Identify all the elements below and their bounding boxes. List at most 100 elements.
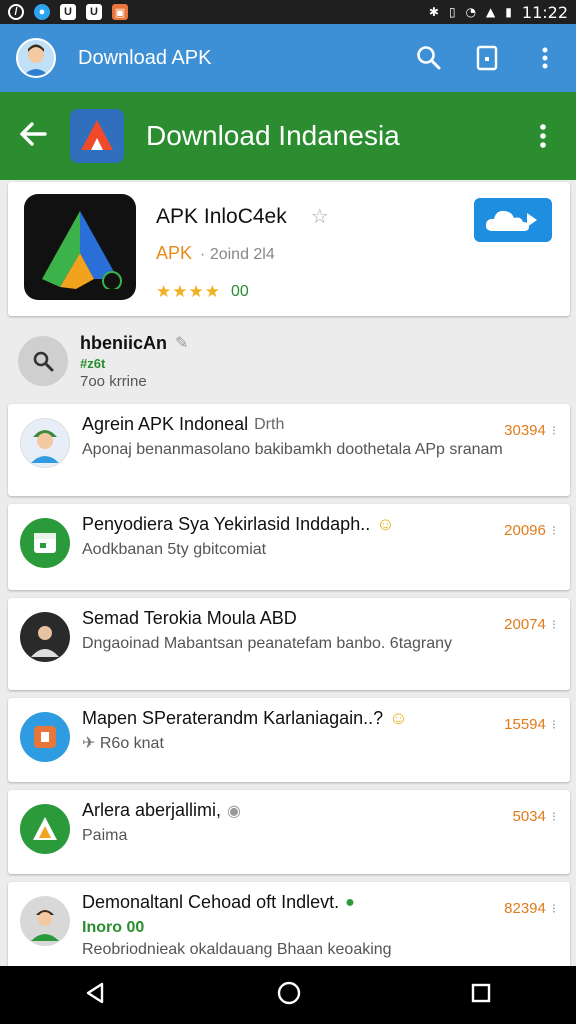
person-icon	[31, 430, 59, 463]
app-icon	[34, 726, 56, 748]
person-icon	[23, 44, 49, 76]
page-title: Download Indanesia	[146, 120, 400, 151]
status-icon: ◉	[227, 802, 242, 820]
page-header: Download Indanesia	[0, 92, 576, 180]
search-tag: #z6t	[80, 355, 106, 371]
more-icon[interactable]: ⁝	[552, 901, 556, 917]
item-count: 82394	[504, 900, 546, 917]
wifi-icon: ◔	[465, 5, 477, 19]
list-item[interactable]: Semad Terokia Moula ABD Dngaoinad Mabant…	[8, 598, 570, 690]
avatar	[20, 712, 70, 762]
battery-icon: ▮	[505, 5, 512, 19]
item-count: 15594	[504, 716, 546, 733]
system-nav-bar	[0, 966, 576, 1024]
rating-stars-icon: ★★★★	[156, 282, 221, 301]
device-icon	[476, 45, 498, 71]
app-brand: APK	[156, 243, 193, 263]
more-icon[interactable]: ⁝	[552, 717, 556, 733]
item-count: 20096	[504, 522, 546, 539]
list-item[interactable]: Mapen SPeraterandm Karlaniagain..? ☺ ✈ R6…	[8, 698, 570, 782]
plane-icon: ✈	[82, 735, 96, 752]
search-button[interactable]	[414, 43, 444, 73]
avatar	[20, 612, 70, 662]
vibrate-icon: ▯	[448, 5, 456, 19]
download-button[interactable]	[474, 198, 552, 242]
image-notif-icon: ▣	[112, 4, 128, 20]
app-logo-icon	[33, 817, 57, 840]
item-subtitle: Aodkbanan 5ty gbitcomiat	[82, 541, 267, 558]
signal-icon: ▲	[486, 5, 496, 19]
more-icon[interactable]: ⁝	[552, 617, 556, 633]
back-nav-button[interactable]	[84, 981, 108, 1010]
triangle-back-icon	[86, 982, 104, 1003]
circle-home-icon	[277, 981, 301, 1004]
list-item[interactable]: Demonaltanl Cehoad oft Indlevt. ● Inoro 0…	[8, 882, 570, 966]
settings-notif-icon: ●	[34, 4, 50, 20]
back-button[interactable]	[18, 120, 48, 152]
avatar	[20, 804, 70, 854]
tag-icon: ✎	[175, 335, 189, 352]
search-icon[interactable]	[18, 336, 68, 386]
more-vert-icon	[542, 47, 548, 69]
more-icon[interactable]: ⁝	[552, 809, 556, 825]
app-date: 2oind 2l4	[209, 246, 275, 263]
rating-count: 00	[230, 283, 249, 300]
app-logo-icon	[70, 109, 124, 163]
item-subtitle: R6o knat	[99, 735, 164, 752]
status-time: 11:22	[521, 2, 568, 22]
item-count: 20074	[504, 616, 546, 633]
item-title-extra: Drth	[254, 415, 285, 433]
item-subtitle: Dngaoinad Mabantsan peanatefam banbo. 6t…	[82, 635, 453, 652]
home-nav-button[interactable]	[276, 980, 302, 1011]
app-notif-icon: U	[86, 4, 102, 20]
clock-icon: /	[8, 4, 24, 20]
app-detail-card[interactable]: APK InloC4ek ☆ APK · 2oind 2l4 ★★★★ 00	[8, 182, 570, 316]
smile-icon: ☺	[376, 514, 395, 534]
item-title: Mapen SPeraterandm Karlaniagain..?	[82, 708, 384, 728]
avatar	[20, 518, 70, 568]
overflow-menu-button[interactable]	[530, 43, 560, 73]
item-subtitle: Aponaj benanmasolano bakibamkh doothetal…	[82, 441, 503, 458]
item-title: Demonaltanl Cehoad oft Indlevt.	[82, 892, 340, 912]
person-icon	[31, 626, 59, 657]
app-name: APK InloC4ek	[156, 204, 287, 228]
shield-notif-icon: U	[60, 4, 76, 20]
arrow-back-icon	[20, 122, 47, 146]
item-tag: Inoro 00	[82, 919, 145, 936]
app-icon	[24, 194, 136, 300]
item-title: Agrein APK Indoneal	[82, 414, 249, 434]
more-vert-icon	[540, 124, 546, 148]
chat-icon: ●	[345, 893, 355, 911]
top-app-bar: Download APK	[0, 24, 576, 92]
more-icon[interactable]: ⁝	[552, 423, 556, 439]
item-title: Semad Terokia Moula ABD	[82, 608, 297, 628]
list-item[interactable]: Penyodiera Sya Yekirlasid Inddaph.. ☺ Aod…	[8, 504, 570, 590]
search-section[interactable]: hbeniicAn ✎ #z6t 7oo krrine	[0, 320, 576, 402]
item-subtitle: Paima	[82, 827, 128, 844]
status-bar: / ● U U ▣ ✱ ▯ ◔ ▲ ▮ 11:22	[0, 0, 576, 24]
header-menu-button[interactable]	[528, 121, 558, 151]
cloud-download-icon	[485, 210, 537, 231]
list-item[interactable]: Agrein APK Indoneal Drth Aponaj benanmaso…	[8, 404, 570, 496]
list-item[interactable]: Arlera aberjallimi, ◉ Paima 5034 ⁝	[8, 790, 570, 874]
item-title: Penyodiera Sya Yekirlasid Inddaph..	[82, 514, 371, 534]
item-subtitle: Reobriodnieak okaldauang Bhaan keoaking	[82, 941, 392, 958]
item-count: 30394	[504, 422, 546, 439]
calendar-icon	[34, 533, 56, 553]
search-subtitle: 7oo krrine	[80, 372, 147, 390]
bluetooth-icon: ✱	[428, 5, 439, 19]
avatar	[20, 896, 70, 946]
recents-nav-button[interactable]	[470, 982, 492, 1009]
item-title: Arlera aberjallimi,	[82, 800, 222, 820]
item-count: 5034	[512, 808, 546, 825]
person-icon	[31, 910, 59, 941]
bookmark-button[interactable]	[472, 43, 502, 73]
smile-icon: ☺	[389, 708, 408, 728]
star-outline-icon[interactable]: ☆	[311, 204, 329, 229]
top-bar-title: Download APK	[78, 46, 212, 69]
search-icon	[417, 46, 441, 70]
square-recents-icon	[471, 983, 491, 1002]
profile-avatar[interactable]	[16, 38, 56, 78]
more-icon[interactable]: ⁝	[552, 523, 556, 539]
avatar	[20, 418, 70, 468]
